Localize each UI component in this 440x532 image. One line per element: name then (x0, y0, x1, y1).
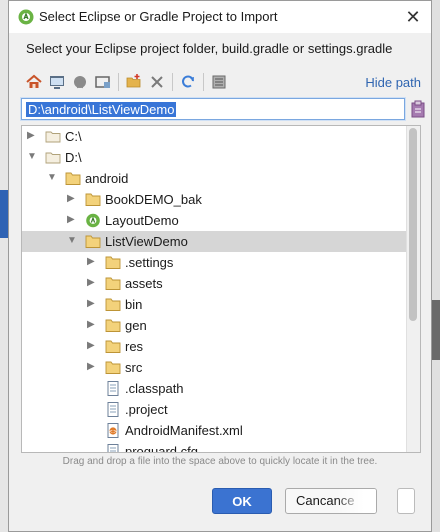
file-icon (105, 381, 121, 396)
tree-row[interactable]: ▶ LayoutDemo (22, 210, 407, 231)
tree-item-label: bin (125, 297, 143, 312)
drive-folder-icon (45, 129, 61, 144)
folder-icon (65, 171, 81, 186)
tree-item-label: C:\ (65, 129, 82, 144)
title-bar: Select Eclipse or Gradle Project to Impo… (9, 1, 431, 33)
tree-item-label: res (125, 339, 144, 354)
background-window-left (0, 0, 8, 532)
tree-item-label: BookDEMO_bak (105, 192, 202, 207)
background-window-left-accent (0, 190, 8, 238)
clipboard-icon[interactable] (411, 99, 425, 119)
file-tree[interactable]: ▶ C:\ ▼ D:\ ▼ android ▶ BookDEMO_bak ▶ LayoutDemo… (21, 125, 421, 453)
expanded-arrow-icon[interactable]: ▼ (27, 151, 37, 163)
tree-row[interactable]: ▶ .settings (22, 252, 407, 273)
window-title: Select Eclipse or Gradle Project to Impo… (39, 9, 278, 24)
tree-row[interactable]: ▼ D:\ (22, 147, 407, 168)
module-icon[interactable] (94, 73, 112, 91)
svg-text:<>: <> (109, 429, 117, 435)
file-icon (105, 444, 121, 452)
background-window-right-dark (432, 300, 440, 360)
collapsed-arrow-icon[interactable]: ▶ (87, 361, 97, 373)
tree-row[interactable]: ▼ android (22, 168, 407, 189)
android-icon[interactable] (71, 73, 89, 91)
folder-icon (105, 255, 121, 270)
tree-item-label: src (125, 360, 143, 375)
collapsed-arrow-icon[interactable]: ▶ (87, 298, 97, 310)
tree-item-label: AndroidManifest.xml (125, 423, 243, 438)
folder-icon (85, 192, 101, 207)
tree-item-label: .settings (125, 255, 174, 270)
folder-icon (105, 297, 121, 312)
folder-icon (105, 276, 121, 291)
path-field[interactable]: D:\android\ListViewDemo (21, 98, 405, 120)
tree-scrollbar-thumb[interactable] (409, 128, 417, 321)
collapsed-arrow-icon[interactable]: ▶ (87, 277, 97, 289)
expanded-arrow-icon[interactable]: ▼ (67, 235, 77, 247)
folder-icon (105, 318, 121, 333)
close-button[interactable]: ✕ (401, 5, 425, 29)
cancel-button[interactable]: Cancance (285, 488, 377, 514)
folder-icon (105, 339, 121, 354)
tree-item-label: assets (125, 276, 163, 291)
tree-row[interactable]: ▶ C:\ (22, 126, 407, 147)
show-hidden-icon[interactable] (210, 73, 228, 91)
background-window-right (432, 0, 440, 532)
ok-button[interactable]: OK (212, 488, 272, 514)
tree-vertical-scrollbar[interactable] (406, 126, 420, 452)
tree-row[interactable]: ▶ BookDEMO_bak (22, 189, 407, 210)
collapsed-arrow-icon[interactable]: ▶ (87, 340, 97, 352)
toolbar-separator (118, 73, 119, 91)
tree-item-label: ListViewDemo (105, 234, 188, 249)
tree-item-label: .project (125, 402, 168, 417)
collapsed-arrow-icon[interactable]: ▶ (67, 193, 77, 205)
hide-path-link[interactable]: Hide path (365, 75, 421, 90)
folder-icon (85, 234, 101, 249)
tree-item-label: .classpath (125, 381, 184, 396)
tree-row[interactable]: ▶ src (22, 357, 407, 378)
android-studio-icon (18, 9, 34, 25)
help-button[interactable] (397, 488, 415, 514)
cancel-overlay (336, 489, 376, 513)
tree-row[interactable]: .classpath (22, 378, 407, 399)
tree-row[interactable]: .project (22, 399, 407, 420)
tree-row[interactable]: <> AndroidManifest.xml (22, 420, 407, 441)
tree-item-label: gen (125, 318, 147, 333)
path-input-value: D:\android\ListViewDemo (26, 102, 177, 117)
tree-item-label: D:\ (65, 150, 82, 165)
tree-row[interactable]: ▶ assets (22, 273, 407, 294)
delete-icon[interactable] (148, 73, 166, 91)
file-icon (105, 402, 121, 417)
new-folder-icon[interactable] (125, 73, 143, 91)
drag-drop-hint: Drag and drop a file into the space abov… (62, 456, 378, 467)
tree-row[interactable]: proguard.cfg (22, 441, 407, 453)
tree-item-label: proguard.cfg (125, 444, 198, 453)
drive-folder-icon (45, 150, 61, 165)
xml-file-icon: <> (105, 423, 121, 438)
tree-row[interactable]: ▶ bin (22, 294, 407, 315)
collapsed-arrow-icon[interactable]: ▶ (87, 319, 97, 331)
toolbar-separator (203, 73, 204, 91)
tree-item-label: android (85, 171, 129, 186)
folder-icon (105, 360, 121, 375)
collapsed-arrow-icon[interactable]: ▶ (87, 256, 97, 268)
expanded-arrow-icon[interactable]: ▼ (47, 172, 57, 184)
collapsed-arrow-icon[interactable]: ▶ (67, 214, 77, 226)
collapsed-arrow-icon[interactable]: ▶ (27, 130, 37, 142)
tree-row[interactable]: ▶ gen (22, 315, 407, 336)
tree-item-label: LayoutDemo (105, 213, 179, 228)
home-icon[interactable] (25, 73, 43, 91)
refresh-icon[interactable] (179, 73, 197, 91)
tree-row[interactable]: ▼ ListViewDemo (22, 231, 407, 252)
android-project-icon (85, 213, 101, 228)
tree-row[interactable]: ▶ res (22, 336, 407, 357)
dialog-prompt: Select your Eclipse project folder, buil… (26, 41, 393, 56)
toolbar-separator (172, 73, 173, 91)
close-icon: ✕ (405, 7, 421, 27)
desktop-icon[interactable] (48, 73, 66, 91)
import-dialog: Select Eclipse or Gradle Project to Impo… (8, 0, 432, 532)
